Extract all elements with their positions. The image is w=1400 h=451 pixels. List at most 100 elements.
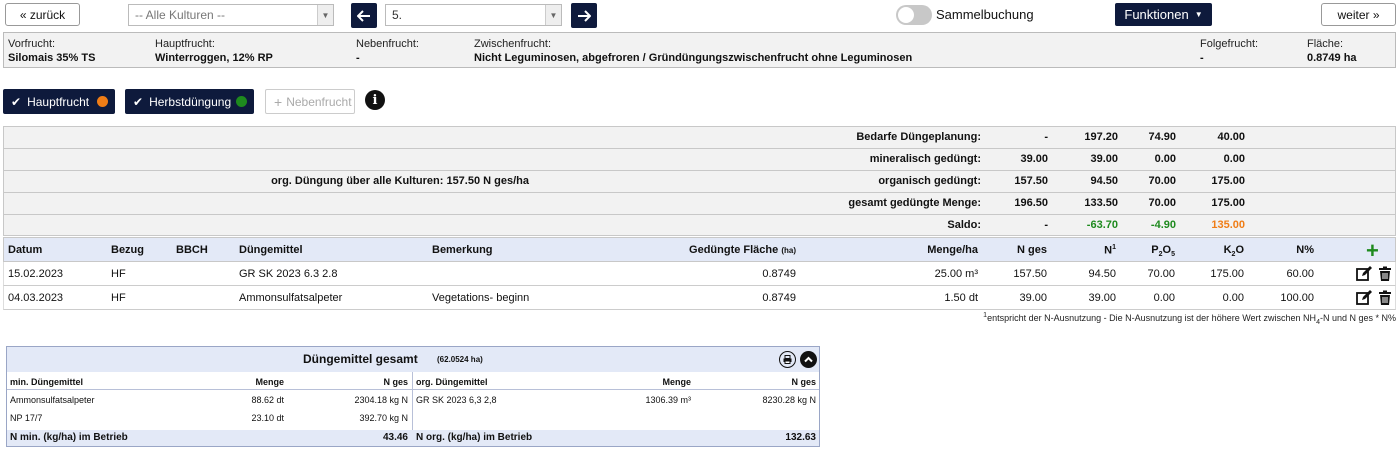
summary-n: 197.20	[1084, 131, 1118, 143]
arrow-left-icon	[357, 9, 370, 22]
min-total-label: N min. (kg/ha) im Betrieb	[10, 432, 128, 443]
min-total-value: 43.46	[382, 432, 408, 443]
col-n: N1	[1104, 244, 1116, 257]
zwischenfrucht-label: Zwischenfrucht:	[474, 38, 552, 50]
field-select[interactable]: 5. ▼	[385, 4, 562, 26]
min-fert-menge: 88.62 dt	[251, 395, 284, 405]
cell-npct: 100.00	[1280, 292, 1314, 304]
summary-label: gesamt gedüngte Menge:	[848, 197, 981, 209]
summary-n-ges: -	[1044, 219, 1048, 231]
summary-p2o5: 70.00	[1148, 175, 1176, 187]
cell-datum: 15.02.2023	[8, 268, 64, 280]
edit-icon[interactable]	[1356, 266, 1372, 282]
prev-field-button[interactable]	[351, 3, 377, 28]
cell-n: 39.00	[1088, 292, 1116, 304]
trash-icon[interactable]	[1377, 290, 1393, 306]
org-col-name: org. Düngemittel	[416, 377, 488, 387]
col-bemerkung: Bemerkung	[432, 244, 493, 256]
min-col-nges: N ges	[383, 377, 408, 387]
info-icon[interactable]: i	[365, 90, 385, 110]
table-footnote: 1entspricht der N-Ausnutzung - Die N-Aus…	[983, 312, 1396, 326]
min-fert-nges: 392.70 kg N	[359, 413, 408, 423]
min-fert-nges: 2304.18 kg N	[354, 395, 408, 405]
fertilizer-total-header: Düngemittel gesamt (62.0524 ha)	[7, 347, 819, 372]
col-p2o5: P2O5	[1151, 244, 1175, 259]
summary-p2o5: 70.00	[1148, 197, 1176, 209]
next-button[interactable]: weiter »	[1321, 3, 1396, 26]
caret-down-icon: ▼	[1194, 10, 1203, 19]
org-fert-name: GR SK 2023 6,3 2,8	[416, 395, 497, 405]
cell-nges: 39.00	[1019, 292, 1047, 304]
summary-n-ges: 39.00	[1020, 153, 1048, 165]
org-total-value: 132.63	[785, 432, 816, 443]
herbstduengung-tab[interactable]: ✔ Herbstdüngung	[125, 89, 254, 114]
collapse-icon[interactable]	[800, 351, 817, 368]
summary-label: organisch gedüngt:	[878, 175, 981, 187]
culture-select-value: -- Alle Kulturen --	[135, 8, 226, 22]
nebenfrucht-value: -	[356, 52, 360, 64]
functions-label: Funktionen	[1124, 7, 1189, 22]
summary-n: 39.00	[1090, 153, 1118, 165]
fertilizer-total-area: (62.0524 ha)	[437, 355, 483, 364]
hauptfrucht-value: Winterroggen, 12% RP	[155, 52, 273, 64]
cell-duengemittel: Ammonsulfatsalpeter	[239, 292, 343, 304]
zwischenfrucht-value: Nicht Leguminosen, abgefroren / Gründüng…	[474, 52, 913, 64]
org-fert-nges: 8230.28 kg N	[762, 395, 816, 405]
vorfrucht-label: Vorfrucht:	[8, 38, 56, 50]
cell-datum: 04.03.2023	[8, 292, 64, 304]
cell-bezug: HF	[111, 292, 126, 304]
col-bezug: Bezug	[111, 244, 144, 256]
cell-bemerkung: Vegetations- beginn	[432, 292, 530, 304]
col-flaeche: Gedüngte Fläche (ha)	[689, 244, 796, 256]
cell-flaeche: 0.8749	[762, 292, 796, 304]
col-datum: Datum	[8, 244, 43, 256]
summary-label: mineralisch gedüngt:	[869, 153, 981, 165]
summary-row: Saldo: - -63.70 -4.90 135.00	[3, 214, 1396, 236]
table-row: 04.03.2023 HF Ammonsulfatsalpeter Vegetatio…	[3, 286, 1396, 310]
col-k2o: K2O	[1223, 244, 1244, 259]
edit-icon[interactable]	[1356, 290, 1372, 306]
nebenfrucht-add-label: Nebenfrucht	[286, 94, 352, 109]
fertilization-table-header: Datum Bezug BBCH Düngemittel Bemerkung G…	[3, 237, 1396, 264]
org-total-label: N org. (kg/ha) im Betrieb	[416, 432, 533, 443]
summary-row: Bedarfe Düngeplanung: - 197.20 74.90 40.00	[3, 126, 1396, 148]
cell-duengemittel: GR SK 2023 6.3 2.8	[239, 268, 338, 280]
cell-p2o5: 0.00	[1153, 292, 1175, 304]
hauptfrucht-tab-label: Hauptfrucht	[27, 94, 90, 109]
back-button[interactable]: « zurück	[5, 3, 80, 26]
add-icon[interactable]: +	[1366, 238, 1379, 264]
min-col-name: min. Düngemittel	[10, 377, 84, 387]
summary-n: 94.50	[1090, 175, 1118, 187]
summary-k2o: 0.00	[1223, 153, 1245, 165]
flaeche-label: Fläche:	[1307, 38, 1344, 50]
summary-label: Saldo:	[947, 219, 981, 231]
cell-n: 94.50	[1088, 268, 1116, 280]
summary-k2o: 135.00	[1211, 219, 1245, 231]
org-col-menge: Menge	[662, 377, 691, 387]
summary-n-ges: 157.50	[1014, 175, 1048, 187]
nebenfrucht-label: Nebenfrucht:	[356, 38, 419, 50]
nebenfrucht-add-button[interactable]: + Nebenfrucht	[265, 89, 355, 114]
flaeche-value: 0.8749 ha	[1307, 52, 1357, 64]
org-col-nges: N ges	[791, 377, 816, 387]
sammelbuchung-toggle[interactable]	[896, 5, 932, 25]
status-dot	[97, 96, 108, 107]
plus-icon: +	[274, 93, 283, 110]
org-fert-menge: 1306.39 m³	[645, 395, 691, 405]
culture-select[interactable]: -- Alle Kulturen -- ▼	[128, 4, 334, 26]
summary-label: Bedarfe Düngeplanung:	[856, 131, 981, 143]
summary-n-ges: -	[1044, 131, 1048, 143]
fertilizer-total-title: Düngemittel gesamt	[303, 352, 418, 366]
hauptfrucht-tab[interactable]: ✔ Hauptfrucht	[3, 89, 115, 114]
summary-row: gesamt gedüngte Menge: 196.50 133.50 70.00 1…	[3, 192, 1396, 214]
cell-flaeche: 0.8749	[762, 268, 796, 280]
summary-row: organisch gedüngt: 157.50 94.50 70.00 175.00…	[3, 170, 1396, 192]
chevron-down-icon: ▼	[545, 5, 561, 25]
cell-menge: 1.50 dt	[944, 292, 978, 304]
next-field-button[interactable]	[571, 3, 597, 28]
summary-n-ges: 196.50	[1014, 197, 1048, 209]
print-icon[interactable]	[779, 351, 796, 368]
functions-dropdown-button[interactable]: Funktionen ▼	[1115, 3, 1212, 26]
trash-icon[interactable]	[1377, 266, 1393, 282]
summary-k2o: 40.00	[1217, 131, 1245, 143]
